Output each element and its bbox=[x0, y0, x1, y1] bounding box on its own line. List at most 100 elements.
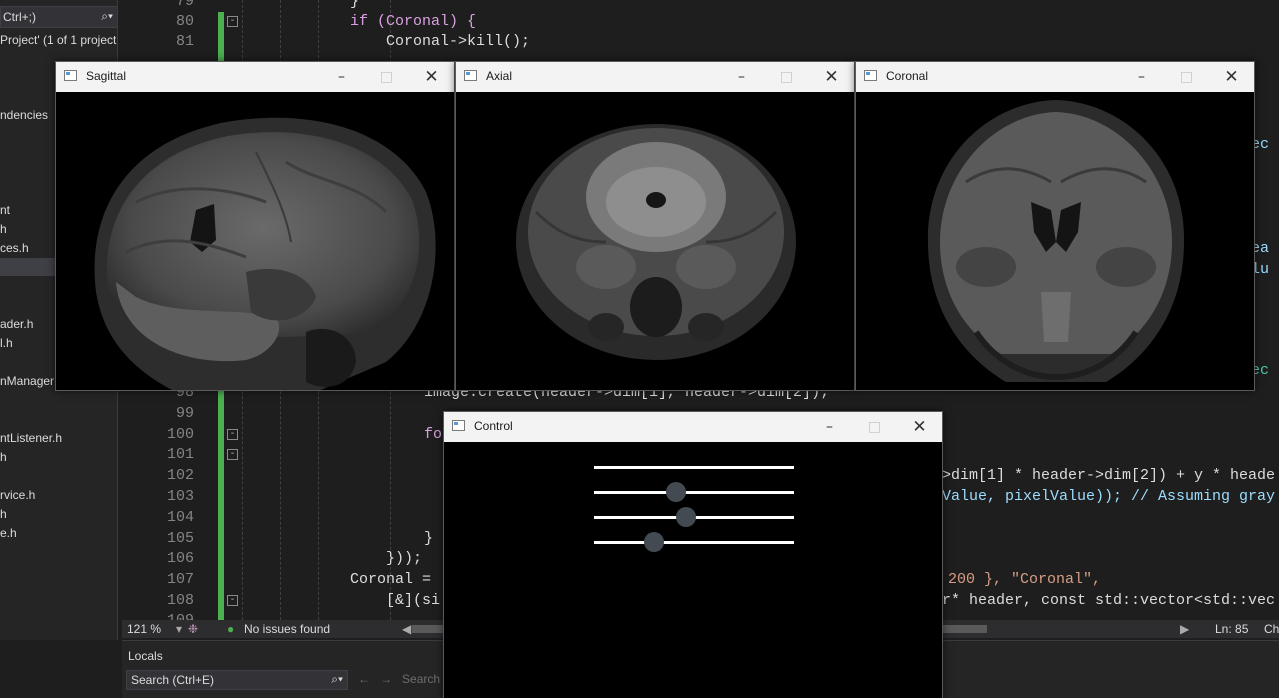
issues-status[interactable]: No issues found bbox=[244, 622, 330, 636]
code-line: })); bbox=[386, 550, 423, 567]
line-number: 81 bbox=[175, 33, 194, 50]
line-number: 102 bbox=[166, 467, 194, 484]
solution-search-text: Ctrl+;) bbox=[3, 10, 36, 24]
slider-1[interactable] bbox=[444, 466, 942, 469]
search-icon[interactable]: ⌕▾ bbox=[331, 672, 343, 687]
fold-toggle-icon[interactable]: - bbox=[227, 16, 238, 27]
maximize-icon[interactable]: □ bbox=[364, 62, 409, 92]
close-icon[interactable]: ✕ bbox=[1209, 62, 1254, 92]
control-titlebar[interactable]: Control – □ ✕ bbox=[444, 412, 942, 442]
sagittal-titlebar[interactable]: Sagittal – □ ✕ bbox=[56, 62, 454, 92]
line-number: 103 bbox=[166, 488, 194, 505]
solution-item[interactable]: ces.h bbox=[0, 241, 29, 255]
scroll-right-icon[interactable]: ▶ bbox=[1180, 622, 1189, 636]
locals-search-placeholder: Search (Ctrl+E) bbox=[131, 673, 215, 687]
code-line: >dim[1] * header->dim[2]) + y * heade bbox=[942, 467, 1276, 484]
coronal-mri-view[interactable] bbox=[856, 92, 1254, 390]
zoom-level[interactable]: 121 % bbox=[127, 622, 161, 636]
minimize-icon[interactable]: – bbox=[719, 62, 764, 92]
back-arrow-icon[interactable]: ← bbox=[358, 672, 370, 686]
slider-thumb[interactable] bbox=[676, 507, 696, 527]
line-number: 107 bbox=[166, 571, 194, 588]
window-app-icon bbox=[64, 70, 77, 81]
sagittal-window[interactable]: Sagittal – □ ✕ bbox=[55, 61, 455, 391]
sagittal-mri-image bbox=[94, 117, 436, 390]
solution-project-line[interactable]: Project' (1 of 1 project bbox=[0, 33, 116, 47]
axial-mri-view[interactable] bbox=[456, 92, 854, 390]
code-line: [&](si bbox=[386, 592, 441, 609]
line-number: 105 bbox=[166, 530, 194, 547]
maximize-icon[interactable]: □ bbox=[764, 62, 809, 92]
line-number: 80 bbox=[175, 13, 194, 30]
code-line-tail: r* header, const std::vector<std::vec bbox=[942, 592, 1276, 609]
line-number: 101 bbox=[166, 446, 194, 463]
sagittal-mri-view[interactable] bbox=[56, 92, 454, 390]
search-icon[interactable]: ⌕▾ bbox=[101, 9, 113, 24]
window-title: Axial bbox=[486, 69, 513, 83]
close-icon[interactable]: ✕ bbox=[409, 62, 454, 92]
slider-track[interactable] bbox=[594, 541, 794, 544]
close-icon[interactable]: ✕ bbox=[809, 62, 854, 92]
solution-item[interactable]: l.h bbox=[0, 336, 13, 350]
window-app-icon bbox=[452, 420, 465, 431]
solution-item[interactable]: ndencies bbox=[0, 108, 48, 122]
solution-item[interactable]: rvice.h bbox=[0, 488, 35, 502]
check-circle-icon: ● bbox=[227, 622, 235, 636]
solution-item[interactable]: h bbox=[0, 450, 7, 464]
fold-toggle-icon[interactable]: - bbox=[227, 595, 238, 606]
scroll-left-icon[interactable]: ◀ bbox=[402, 622, 411, 636]
code-line-tail: 200 }, "Coronal", bbox=[948, 571, 1102, 588]
code-line: } bbox=[424, 530, 434, 547]
solution-search-input[interactable]: Ctrl+;) ⌕▾ bbox=[0, 6, 117, 28]
solution-item[interactable]: h bbox=[0, 507, 7, 521]
char-status: Ch bbox=[1264, 622, 1279, 636]
code-line: Coronal->kill(); bbox=[386, 33, 531, 50]
window-title: Coronal bbox=[886, 69, 929, 83]
copilot-icon[interactable]: ❉ bbox=[188, 622, 198, 636]
locals-title[interactable]: Locals bbox=[128, 649, 163, 663]
solution-item[interactable]: nManager bbox=[0, 374, 54, 388]
minimize-icon[interactable]: – bbox=[319, 62, 364, 92]
slider-4[interactable] bbox=[444, 532, 942, 552]
line-number: 106 bbox=[166, 550, 194, 567]
line-number: 79 bbox=[175, 0, 194, 10]
close-icon[interactable]: ✕ bbox=[897, 412, 942, 442]
solution-item[interactable]: e.h bbox=[0, 526, 17, 540]
line-number: 99 bbox=[175, 405, 194, 422]
chevron-down-icon[interactable]: ▾ bbox=[176, 622, 182, 636]
window-app-icon bbox=[864, 70, 877, 81]
axial-mri-image bbox=[516, 124, 796, 360]
minimize-icon[interactable]: – bbox=[1119, 62, 1164, 92]
slider-track[interactable] bbox=[594, 491, 794, 494]
code-line: fo bbox=[424, 426, 443, 443]
control-window[interactable]: Control – □ ✕ bbox=[443, 411, 943, 698]
maximize-icon[interactable]: □ bbox=[852, 412, 897, 442]
axial-titlebar[interactable]: Axial – □ ✕ bbox=[456, 62, 854, 92]
solution-item[interactable]: ntListener.h bbox=[0, 431, 62, 445]
line-number: 100 bbox=[166, 426, 194, 443]
code-line: Value, pixelValue)); // Assuming gray bbox=[942, 488, 1276, 505]
slider-thumb[interactable] bbox=[644, 532, 664, 552]
axial-window[interactable]: Axial – □ ✕ bbox=[455, 61, 855, 391]
coronal-titlebar[interactable]: Coronal – □ ✕ bbox=[856, 62, 1254, 92]
fold-toggle-icon[interactable]: - bbox=[227, 449, 238, 460]
locals-search-input[interactable]: Search (Ctrl+E) ⌕▾ bbox=[126, 670, 348, 690]
slider-track[interactable] bbox=[594, 466, 794, 469]
line-number: 104 bbox=[166, 509, 194, 526]
slider-2[interactable] bbox=[444, 482, 942, 502]
window-title: Sagittal bbox=[86, 69, 127, 83]
slider-3[interactable] bbox=[444, 507, 942, 527]
line-number: 108 bbox=[166, 592, 194, 609]
minimize-icon[interactable]: – bbox=[807, 412, 852, 442]
maximize-icon[interactable]: □ bbox=[1164, 62, 1209, 92]
window-app-icon bbox=[464, 70, 477, 81]
slider-thumb[interactable] bbox=[666, 482, 686, 502]
forward-arrow-icon[interactable]: → bbox=[380, 672, 392, 686]
control-panel bbox=[444, 442, 942, 698]
code-line: Coronal = bbox=[350, 571, 441, 588]
fold-toggle-icon[interactable]: - bbox=[227, 429, 238, 440]
coronal-window[interactable]: Coronal – □ ✕ bbox=[855, 61, 1255, 391]
solution-item[interactable]: ader.h bbox=[0, 317, 33, 331]
solution-item[interactable]: h bbox=[0, 222, 7, 236]
solution-item[interactable]: nt bbox=[0, 203, 10, 217]
